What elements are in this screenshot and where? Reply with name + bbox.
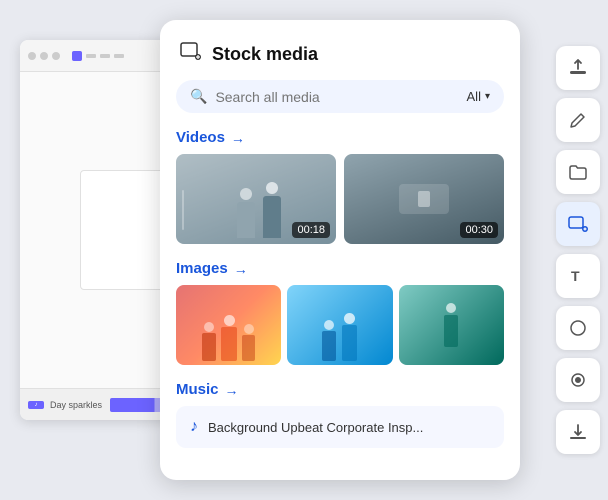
svg-text:T: T <box>571 268 580 284</box>
videos-label[interactable]: Videos <box>176 129 225 146</box>
music-track-item[interactable]: ♪ Background Upbeat Corporate Insp... <box>176 406 504 448</box>
shapes-button[interactable] <box>556 306 600 350</box>
right-sidebar: T <box>556 46 600 454</box>
toolbar-dot <box>28 52 36 60</box>
music-note-icon: ♪ <box>28 401 44 409</box>
video-thumb-2[interactable]: 00:30 <box>344 154 504 244</box>
download-button[interactable] <box>556 410 600 454</box>
music-arrow-icon[interactable]: → <box>225 382 239 398</box>
chevron-down-icon: ▾ <box>485 91 490 102</box>
video-thumb-1[interactable]: 00:18 <box>176 154 336 244</box>
images-arrow-icon[interactable]: → <box>234 261 248 277</box>
toolbar-item <box>100 54 110 58</box>
toolbar-dot <box>52 52 60 60</box>
videos-grid: 00:18 00:30 <box>176 154 504 244</box>
images-grid <box>176 285 504 365</box>
toolbar-item <box>114 54 124 58</box>
images-section-header[interactable]: Images → <box>176 260 504 277</box>
music-track-title: Background Upbeat Corporate Insp... <box>208 420 423 435</box>
text-button[interactable]: T <box>556 254 600 298</box>
toolbar-dot <box>40 52 48 60</box>
filter-label: All <box>467 89 481 104</box>
filter-dropdown[interactable]: All ▾ <box>467 89 490 104</box>
panel-title: Stock media <box>212 44 318 65</box>
videos-section-header[interactable]: Videos → <box>176 129 504 146</box>
track-label: Day sparkles <box>50 400 102 410</box>
stock-media-button[interactable] <box>556 202 600 246</box>
videos-arrow-icon[interactable]: → <box>231 130 245 146</box>
music-section-header[interactable]: Music → <box>176 381 504 398</box>
stock-media-panel: Stock media 🔍 All ▾ Videos → <box>160 20 520 480</box>
image-thumb-3[interactable] <box>399 285 504 365</box>
stock-media-header-icon <box>180 40 202 68</box>
images-label[interactable]: Images <box>176 260 228 277</box>
toolbar-icon <box>72 51 82 61</box>
image-thumb-2[interactable] <box>287 285 392 365</box>
panel-content: Videos → <box>160 125 520 480</box>
search-bar[interactable]: 🔍 All ▾ <box>176 80 504 113</box>
image-thumb-1[interactable] <box>176 285 281 365</box>
folder-button[interactable] <box>556 150 600 194</box>
record-button[interactable] <box>556 358 600 402</box>
search-icon: 🔍 <box>190 88 207 105</box>
video-duration-1: 00:18 <box>292 222 330 238</box>
search-input[interactable] <box>215 89 458 105</box>
music-note-icon: ♪ <box>190 418 198 436</box>
music-label[interactable]: Music <box>176 381 219 398</box>
panel-header: Stock media <box>160 20 520 80</box>
edit-button[interactable] <box>556 98 600 142</box>
video-duration-2: 00:30 <box>460 222 498 238</box>
upload-button[interactable] <box>556 46 600 90</box>
toolbar-divider <box>86 54 96 58</box>
